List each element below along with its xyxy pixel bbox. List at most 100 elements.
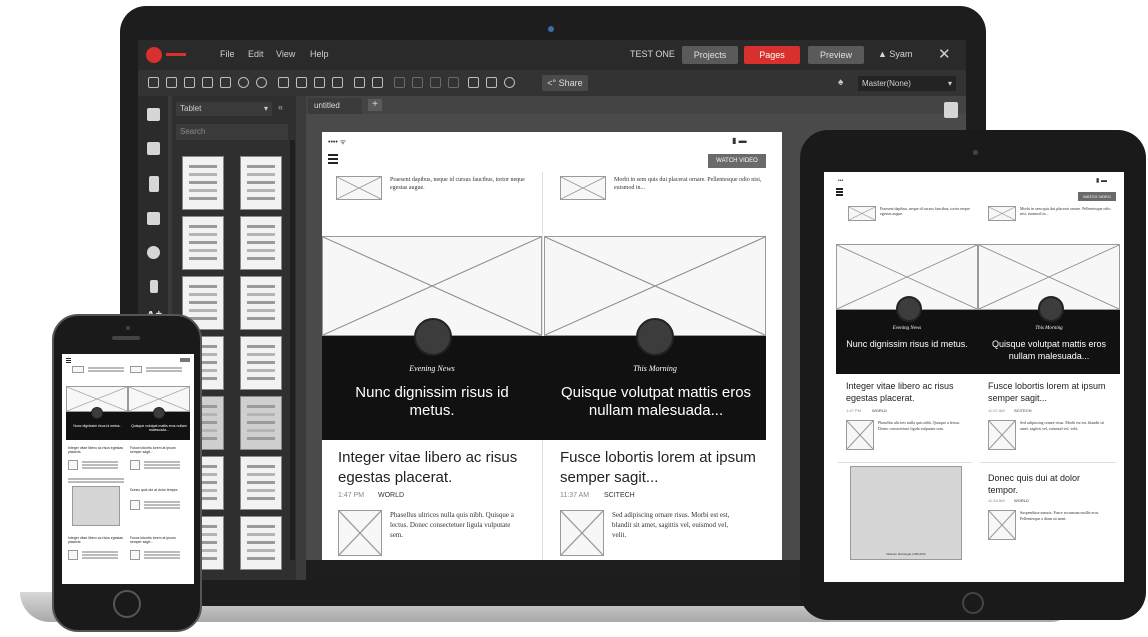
phone-text-lines <box>82 461 118 463</box>
tablet-hero-kicker-right: This Morning <box>1035 326 1063 331</box>
properties-icon[interactable] <box>944 102 958 118</box>
hero-title-left[interactable]: Nunc dignissim risus id metus. <box>342 384 522 420</box>
panel-scrollbar[interactable] <box>290 140 295 560</box>
save-icon[interactable] <box>202 77 213 88</box>
link-icon[interactable] <box>448 77 459 88</box>
page-thumbnail[interactable] <box>240 156 282 210</box>
tablet-teaser-left: Praesent dapibus, neque id cursus faucib… <box>880 206 970 216</box>
page-thumbnail[interactable] <box>240 336 282 390</box>
delete-icon[interactable] <box>468 77 479 88</box>
projects-button[interactable]: Projects <box>682 46 738 64</box>
story-tag-left: WORLD <box>378 492 405 499</box>
phone-hero-title-left: Nunc dignissim risus id metus. <box>73 424 121 428</box>
tablet-image-placeholder <box>848 206 876 221</box>
user-icon: ▲ <box>878 49 890 59</box>
project-name: TEST ONE <box>630 49 675 59</box>
pages-button[interactable]: Pages <box>744 46 800 64</box>
ungroup-icon[interactable] <box>372 77 383 88</box>
share-button[interactable]: <° Share <box>542 75 588 91</box>
collapse-icon[interactable]: « <box>278 102 283 112</box>
settings-icon[interactable] <box>504 77 515 88</box>
phone-image-placeholder <box>68 550 78 560</box>
paste-icon[interactable] <box>314 77 325 88</box>
tablet-story-tag-right: SCITECH <box>1014 408 1032 413</box>
tablet-camera <box>973 150 978 155</box>
story-title-left[interactable]: Integer vitae libero ac risus egestas pl… <box>338 448 534 488</box>
app-logo-text: ▬▬ <box>166 48 186 59</box>
interaction-icon[interactable] <box>150 280 158 293</box>
tablet-story-title-third: Donec quis dui at dolor tempor. <box>988 473 1081 495</box>
device-select[interactable]: Tablet ▾ <box>176 102 272 116</box>
menu-help[interactable]: Help <box>310 49 329 59</box>
hamburger-menu-icon[interactable] <box>328 154 338 156</box>
story-title-right[interactable]: Fusce lobortis lorem at ipsum semper sag… <box>560 448 756 488</box>
menu-file[interactable]: File <box>220 49 235 59</box>
tablet-play-icon <box>896 296 922 322</box>
search-input[interactable]: Search <box>176 124 288 140</box>
import-icon[interactable] <box>166 77 177 88</box>
menu-edit[interactable]: Edit <box>248 49 264 59</box>
page-thumbnail[interactable] <box>182 216 224 270</box>
tablet-ad-placeholder <box>850 466 962 560</box>
tablet-hero-title-right: Quisque volutpat mattis eros nullam male… <box>991 339 1107 361</box>
canvas-page[interactable]: •••• ᯤ ▮ ▬ WATCH VIDEO Praesent dapibus,… <box>322 132 782 580</box>
people-icon[interactable] <box>147 246 160 259</box>
comment-icon[interactable] <box>486 77 497 88</box>
phone-hamburger-icon <box>66 358 71 359</box>
tablet-play-icon <box>1038 296 1064 322</box>
image-icon[interactable] <box>147 212 160 225</box>
phone-ad-placeholder <box>72 486 120 526</box>
user-menu[interactable]: ▲ Syam <box>878 49 912 59</box>
phone-image-placeholder <box>72 366 84 373</box>
teaser-text-right: Morbi in sem quis dui placerat ornare. P… <box>614 177 762 191</box>
menu-view[interactable]: View <box>276 49 295 59</box>
redo-icon[interactable] <box>256 77 267 88</box>
phone-play-icon <box>153 407 165 419</box>
page-thumbnail[interactable] <box>240 276 282 330</box>
master-select[interactable]: Master(None) ▾ <box>858 76 956 91</box>
image-placeholder <box>338 510 382 556</box>
copy-icon[interactable] <box>278 77 289 88</box>
master-select-value: Master(None) <box>862 79 911 88</box>
preview-button[interactable]: Preview <box>808 46 864 64</box>
phone-story-title-left-2: Integer vitae libero ac risus egestas pl… <box>68 536 124 544</box>
tablet-battery-icon: ▮ ▬ <box>1096 178 1107 184</box>
phone-text-lines <box>144 501 180 503</box>
share-label: Share <box>558 78 583 88</box>
align-icon[interactable] <box>394 77 405 88</box>
export-icon[interactable] <box>184 77 195 88</box>
lock-icon[interactable] <box>430 77 441 88</box>
distribute-icon[interactable] <box>412 77 423 88</box>
close-icon[interactable]: ✕ <box>938 45 951 63</box>
hero-title-right[interactable]: Quisque volutpat mattis eros nullam male… <box>558 384 754 420</box>
toolbar: <° Share ♠ Master(None) ▾ <box>138 70 966 96</box>
page-thumbnail[interactable] <box>240 396 282 450</box>
print-icon[interactable] <box>220 77 231 88</box>
duplicate-icon[interactable] <box>332 77 343 88</box>
phone-text-lines <box>88 367 124 369</box>
hero-kicker-left: Evening News <box>409 364 455 373</box>
add-tab-icon[interactable]: + <box>368 99 382 111</box>
status-bar-signal: •••• ᯤ <box>328 139 347 146</box>
page-thumbnail[interactable] <box>240 216 282 270</box>
undo-icon[interactable] <box>238 77 249 88</box>
new-page-icon[interactable] <box>148 77 159 88</box>
page-thumbnail[interactable] <box>182 156 224 210</box>
tablet-story-time-right: 11:37 AM <box>988 408 1005 413</box>
watch-video-button[interactable]: WATCH VIDEO <box>708 154 766 168</box>
phone-preview-screen: Nunc dignissim risus id metus. Quisque v… <box>62 354 194 584</box>
tab-untitled[interactable]: untitled <box>308 98 362 114</box>
cut-icon[interactable] <box>296 77 307 88</box>
play-icon[interactable] <box>636 318 674 356</box>
phone-text-lines <box>144 551 180 553</box>
status-bar-battery-icon: ▮ ▬ <box>732 136 747 145</box>
tablet-image-placeholder <box>846 420 874 450</box>
page-thumbnail[interactable] <box>240 456 282 510</box>
play-icon[interactable] <box>414 318 452 356</box>
components-icon[interactable] <box>147 142 160 155</box>
widgets-icon[interactable] <box>147 108 160 121</box>
device-icon[interactable] <box>149 176 159 192</box>
page-thumbnail[interactable] <box>240 516 282 570</box>
tablet-image-placeholder <box>988 420 1016 450</box>
group-icon[interactable] <box>354 77 365 88</box>
